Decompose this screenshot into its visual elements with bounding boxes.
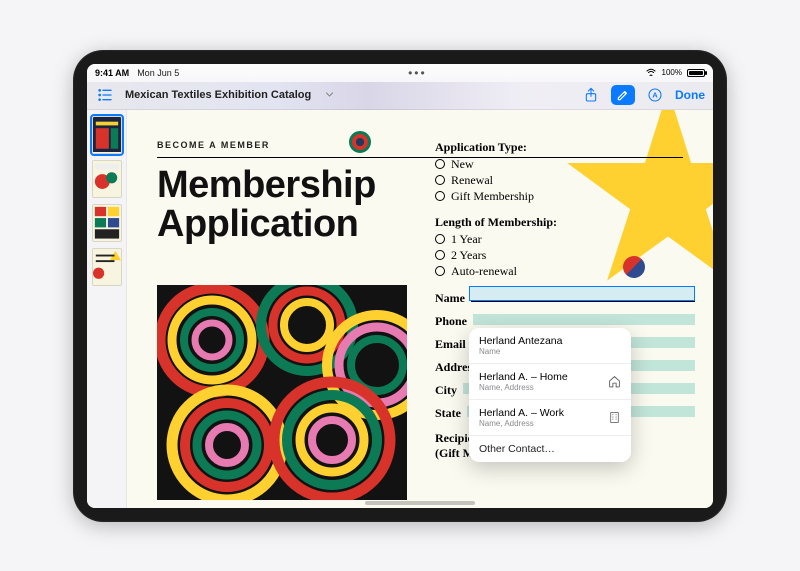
autofill-suggestion-3[interactable]: Herland A. – WorkName, Address xyxy=(469,400,631,436)
chevron-down-icon[interactable] xyxy=(325,86,334,104)
name-input[interactable] xyxy=(471,290,695,302)
city-label: City xyxy=(435,383,457,398)
document-title[interactable]: Mexican Textiles Exhibition Catalog xyxy=(125,89,311,101)
status-bar: 9:41 AM Mon Jun 5 ••• 100% xyxy=(87,64,713,82)
sidebar-toggle-icon[interactable] xyxy=(95,85,115,105)
state-label: State xyxy=(435,406,461,421)
thumbnail-sidebar[interactable] xyxy=(87,110,127,508)
home-icon xyxy=(607,374,621,388)
page-thumbnail-2[interactable] xyxy=(92,160,122,198)
radio-new[interactable]: New xyxy=(435,157,695,172)
share-icon[interactable] xyxy=(581,85,601,105)
wifi-icon xyxy=(645,67,657,78)
more-icon[interactable]: ••• xyxy=(408,66,427,80)
autofill-suggestion-2[interactable]: Herland A. – HomeName, Address xyxy=(469,364,631,400)
radio-2years[interactable]: 2 Years xyxy=(435,248,695,263)
status-date: Mon Jun 5 xyxy=(137,68,179,78)
autofill-icon[interactable]: A xyxy=(645,85,665,105)
toolbar: Mexican Textiles Exhibition Catalog A Do… xyxy=(87,82,713,110)
email-label: Email xyxy=(435,337,466,352)
phone-input[interactable] xyxy=(473,313,695,325)
battery-percent: 100% xyxy=(662,68,682,77)
battery-icon xyxy=(687,69,705,77)
application-type-label: Application Type: xyxy=(435,140,695,155)
radio-auto[interactable]: Auto-renewal xyxy=(435,264,695,279)
home-indicator[interactable] xyxy=(365,501,475,505)
phone-label: Phone xyxy=(435,314,467,329)
document-page[interactable]: BECOME A MEMBER MembershipApplication xyxy=(127,110,713,508)
radio-1year[interactable]: 1 Year xyxy=(435,232,695,247)
content-area: BECOME A MEMBER MembershipApplication xyxy=(87,110,713,508)
autofill-suggestion-1[interactable]: Herland AntezanaName xyxy=(469,328,631,364)
autofill-popover: Herland AntezanaName Herland A. – HomeNa… xyxy=(469,328,631,462)
radio-gift[interactable]: Gift Membership xyxy=(435,189,695,204)
ipad-device-frame: 9:41 AM Mon Jun 5 ••• 100% Mexican Texti… xyxy=(73,50,727,522)
svg-text:A: A xyxy=(652,91,658,100)
decorative-badge xyxy=(349,131,371,153)
autofill-other-contact[interactable]: Other Contact… xyxy=(469,436,631,462)
status-time: 9:41 AM xyxy=(95,68,129,78)
textile-artwork xyxy=(157,285,407,500)
screen: 9:41 AM Mon Jun 5 ••• 100% Mexican Texti… xyxy=(87,64,713,508)
page-thumbnail-1[interactable] xyxy=(92,116,122,154)
radio-renewal[interactable]: Renewal xyxy=(435,173,695,188)
markup-button[interactable] xyxy=(611,85,635,105)
page-thumbnail-4[interactable] xyxy=(92,248,122,286)
page-thumbnail-3[interactable] xyxy=(92,204,122,242)
done-button[interactable]: Done xyxy=(675,88,705,102)
length-label: Length of Membership: xyxy=(435,215,695,230)
building-icon xyxy=(607,410,621,424)
name-label: Name xyxy=(435,291,465,306)
